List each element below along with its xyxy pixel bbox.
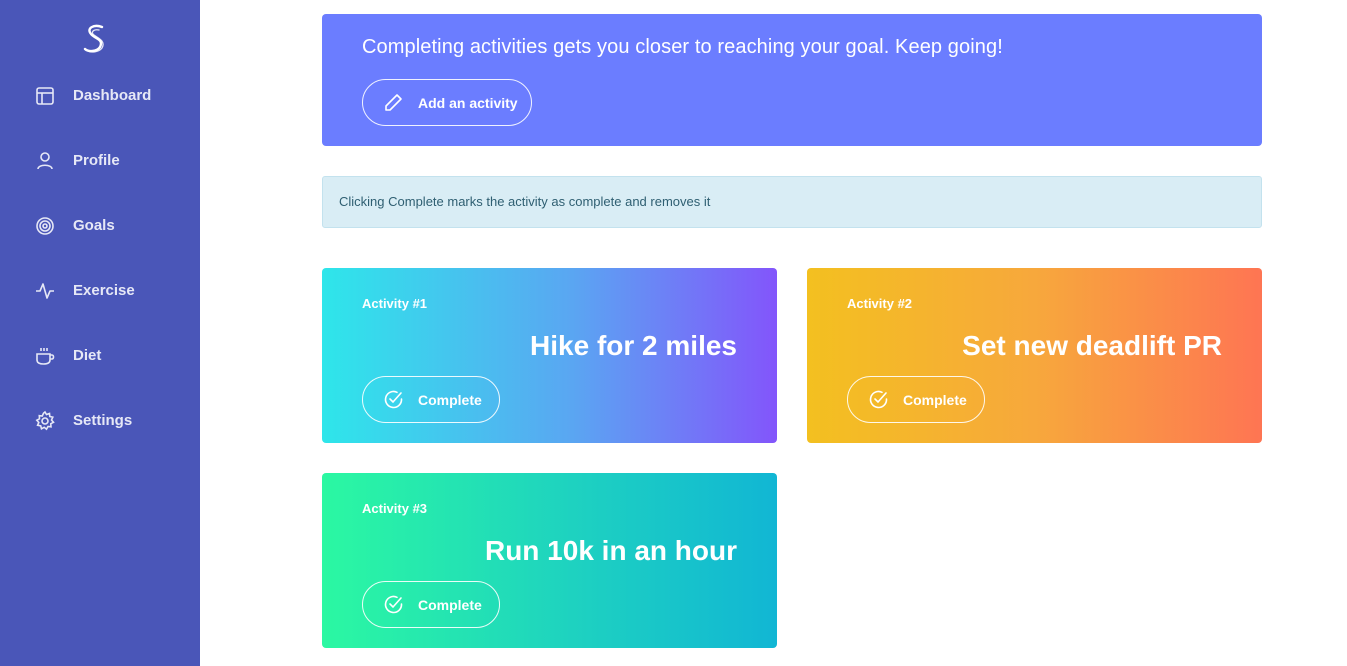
user-icon bbox=[37, 152, 53, 170]
sidebar: Dashboard Profile Goals Exercise Diet Se… bbox=[0, 0, 200, 666]
dashboard-icon bbox=[36, 87, 54, 105]
sidebar-item-settings[interactable]: Settings bbox=[0, 399, 200, 443]
activity-number: Activity #2 bbox=[847, 296, 913, 311]
sidebar-item-diet[interactable]: Diet bbox=[0, 334, 200, 378]
banner-message: Completing activities gets you closer to… bbox=[362, 36, 1003, 58]
complete-label: Complete bbox=[903, 392, 967, 408]
complete-button[interactable]: Complete bbox=[847, 376, 985, 423]
activity-card: Activity #2 Set new deadlift PR Complete bbox=[807, 268, 1262, 443]
activity-card: Activity #1 Hike for 2 miles Complete bbox=[322, 268, 777, 443]
complete-label: Complete bbox=[418, 392, 482, 408]
check-circle-icon bbox=[869, 390, 888, 409]
add-activity-button[interactable]: Add an activity bbox=[362, 79, 532, 126]
gear-icon bbox=[35, 410, 55, 431]
sidebar-item-exercise[interactable]: Exercise bbox=[0, 269, 200, 313]
s-logo-icon[interactable] bbox=[82, 24, 108, 54]
activity-title: Run 10k in an hour bbox=[484, 535, 737, 566]
sidebar-item-label: Exercise bbox=[73, 282, 135, 299]
activity-number: Activity #1 bbox=[362, 296, 428, 311]
add-activity-label: Add an activity bbox=[418, 95, 518, 111]
check-circle-icon bbox=[384, 595, 403, 614]
target-icon bbox=[36, 217, 54, 235]
info-alert: Clicking Complete marks the activity as … bbox=[322, 176, 1262, 228]
sidebar-item-label: Dashboard bbox=[73, 87, 152, 104]
pencil-icon bbox=[385, 94, 402, 111]
activity-card: Activity #3 Run 10k in an hour Complete bbox=[322, 473, 777, 648]
activity-number: Activity #3 bbox=[362, 501, 428, 516]
sidebar-item-label: Goals bbox=[73, 217, 115, 234]
sidebar-item-goals[interactable]: Goals bbox=[0, 204, 200, 248]
sidebar-item-label: Settings bbox=[73, 412, 133, 429]
complete-label: Complete bbox=[418, 597, 482, 613]
sidebar-item-label: Diet bbox=[73, 347, 102, 364]
sidebar-item-label: Profile bbox=[73, 152, 120, 169]
coffee-icon bbox=[36, 348, 55, 365]
sidebar-item-profile[interactable]: Profile bbox=[0, 139, 200, 183]
alert-text: Clicking Complete marks the activity as … bbox=[339, 194, 711, 209]
activity-title: Set new deadlift PR bbox=[962, 330, 1222, 361]
complete-button[interactable]: Complete bbox=[362, 581, 500, 628]
activity-title: Hike for 2 miles bbox=[530, 330, 737, 361]
sidebar-item-dashboard[interactable]: Dashboard bbox=[0, 74, 200, 118]
motivation-banner: Completing activities gets you closer to… bbox=[322, 14, 1262, 146]
complete-button[interactable]: Complete bbox=[362, 376, 500, 423]
activity-icon bbox=[36, 283, 54, 299]
check-circle-icon bbox=[384, 390, 403, 409]
